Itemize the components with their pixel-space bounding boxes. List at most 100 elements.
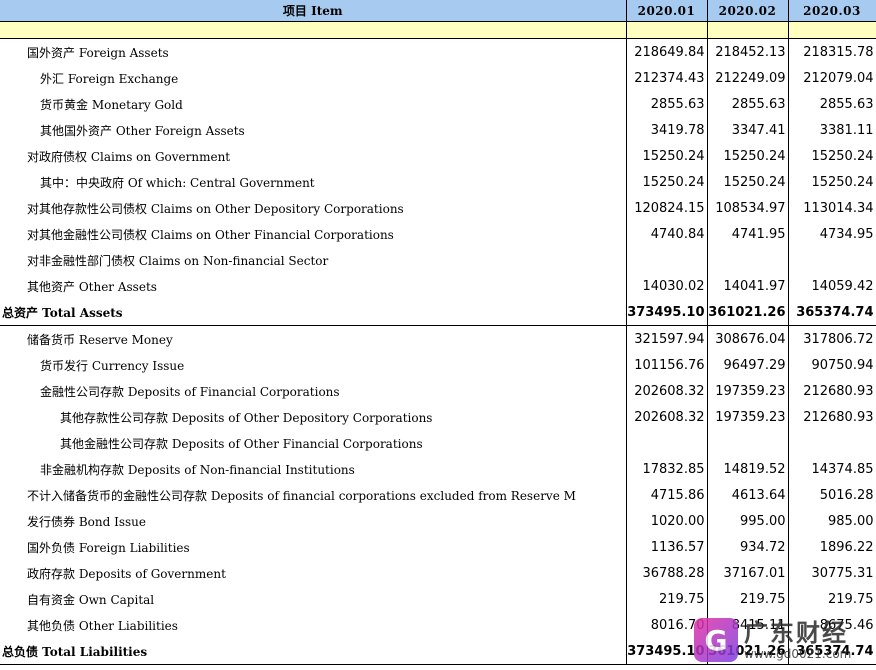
row-value-1: 8016.70 (626, 612, 708, 638)
row-value-3: 3381.11 (788, 117, 876, 143)
table-row: 外汇 Foreign Exchange 212374.43 212249.09 212… (0, 65, 876, 91)
row-label: 自有资金 Own Capital (0, 586, 627, 612)
row-value-3: 14374.85 (788, 456, 876, 482)
row-label: 金融性公司存款 Deposits of Financial Corporatio… (0, 378, 627, 404)
row-value-1: 15250.24 (626, 143, 708, 169)
row-value-2: 15250.24 (707, 169, 789, 195)
row-value-1: 219.75 (626, 586, 708, 612)
row-value-2 (707, 430, 789, 456)
row-label: 外汇 Foreign Exchange (0, 65, 627, 91)
row-value-1: 120824.15 (626, 195, 708, 221)
row-value-2: 2855.63 (707, 91, 789, 117)
row-label: 国外资产 Foreign Assets (0, 38, 627, 65)
row-value-1: 101156.76 (626, 352, 708, 378)
row-value-1: 4715.86 (626, 482, 708, 508)
table-row: 对政府债权 Claims on Government 15250.24 15250.… (0, 143, 876, 169)
row-value-2: 14819.52 (707, 456, 789, 482)
row-value-2: 14041.97 (707, 273, 789, 299)
row-value-2: 15250.24 (707, 143, 789, 169)
header-period-1: 2020.01 (626, 0, 708, 22)
row-value-3: 985.00 (788, 508, 876, 534)
header-item: 项目 Item (0, 0, 627, 22)
row-value-1: 218649.84 (626, 38, 708, 65)
row-value-3: 15250.24 (788, 169, 876, 195)
row-value-1: 36788.28 (626, 560, 708, 586)
row-label: 发行债券 Bond Issue (0, 508, 627, 534)
row-value-3: 14059.42 (788, 273, 876, 299)
row-label: 其他国外资产 Other Foreign Assets (0, 117, 627, 143)
row-label: 总负债 Total Liabilities (0, 638, 627, 665)
row-value-2: 3347.41 (707, 117, 789, 143)
header-band (0, 21, 876, 39)
table-row: 发行债券 Bond Issue 1020.00 995.00 985.00 (0, 508, 876, 534)
table-row: 对其他金融性公司债权 Claims on Other Financial Cor… (0, 221, 876, 247)
row-label: 总资产 Total Assets (0, 299, 627, 326)
row-value-2: 361021.26 (707, 299, 789, 326)
table-row: 其他国外资产 Other Foreign Assets 3419.78 3347.4… (0, 117, 876, 143)
row-value-3: 5016.28 (788, 482, 876, 508)
row-value-3: 15250.24 (788, 143, 876, 169)
row-value-3: 90750.94 (788, 352, 876, 378)
row-label: 对其他存款性公司债权 Claims on Other Depository Co… (0, 195, 627, 221)
row-label: 非金融机构存款 Deposits of Non-financial Instit… (0, 456, 627, 482)
row-label: 国外负债 Foreign Liabilities (0, 534, 627, 560)
header-row: 项目 Item 2020.01 2020.02 2020.03 (0, 0, 876, 22)
row-label: 其他负债 Other Liabilities (0, 612, 627, 638)
row-value-1: 1136.57 (626, 534, 708, 560)
row-value-3: 212680.93 (788, 378, 876, 404)
table-row: 总资产 Total Assets 373495.10 361021.26 365374… (0, 299, 876, 326)
row-value-1: 212374.43 (626, 65, 708, 91)
row-value-3: 317806.72 (788, 325, 876, 352)
row-value-1: 202608.32 (626, 404, 708, 430)
table-row: 货币黄金 Monetary Gold 2855.63 2855.63 2855.63 (0, 91, 876, 117)
row-value-1: 3419.78 (626, 117, 708, 143)
row-value-2: 212249.09 (707, 65, 789, 91)
row-value-2: 218452.13 (707, 38, 789, 65)
row-label: 对政府债权 Claims on Government (0, 143, 627, 169)
table-row: 其他资产 Other Assets 14030.02 14041.97 14059.4… (0, 273, 876, 299)
row-value-3: 8675.46 (788, 612, 876, 638)
row-value-2: 197359.23 (707, 378, 789, 404)
row-value-3: 218315.78 (788, 38, 876, 65)
row-value-2: 361021.26 (707, 638, 789, 665)
row-value-1: 4740.84 (626, 221, 708, 247)
table-row: 国外资产 Foreign Assets 218649.84 218452.13 218… (0, 38, 876, 65)
table-row: 国外负债 Foreign Liabilities 1136.57 934.72 189… (0, 534, 876, 560)
row-value-3 (788, 430, 876, 456)
row-value-2: 108534.97 (707, 195, 789, 221)
row-value-2: 4613.64 (707, 482, 789, 508)
row-value-3: 113014.34 (788, 195, 876, 221)
row-value-2: 4741.95 (707, 221, 789, 247)
row-value-3: 4734.95 (788, 221, 876, 247)
table-row: 政府存款 Deposits of Government 36788.28 37167… (0, 560, 876, 586)
row-label: 不计入储备货币的金融性公司存款 Deposits of financial co… (0, 482, 627, 508)
row-label: 其他资产 Other Assets (0, 273, 627, 299)
table-row: 对非金融性部门债权 Claims on Non-financial Sector (0, 247, 876, 273)
table-row: 不计入储备货币的金融性公司存款 Deposits of financial co… (0, 482, 876, 508)
row-value-1: 1020.00 (626, 508, 708, 534)
row-value-1: 2855.63 (626, 91, 708, 117)
table-row: 其他负债 Other Liabilities 8016.70 8415.11 8675… (0, 612, 876, 638)
table-row: 货币发行 Currency Issue 101156.76 96497.29 9075… (0, 352, 876, 378)
table-row: 其中：中央政府 Of which: Central Government 1525… (0, 169, 876, 195)
table-row: 总负债 Total Liabilities 373495.10 361021.26 3… (0, 638, 876, 665)
row-value-1: 321597.94 (626, 325, 708, 352)
row-label: 政府存款 Deposits of Government (0, 560, 627, 586)
table-row: 其他存款性公司存款 Deposits of Other Depository C… (0, 404, 876, 430)
row-value-1: 202608.32 (626, 378, 708, 404)
row-label: 对非金融性部门债权 Claims on Non-financial Sector (0, 247, 627, 273)
row-value-2: 995.00 (707, 508, 789, 534)
row-value-1 (626, 247, 708, 273)
row-value-2: 197359.23 (707, 404, 789, 430)
table-row: 其他金融性公司存款 Deposits of Other Financial Co… (0, 430, 876, 456)
row-label: 货币发行 Currency Issue (0, 352, 627, 378)
header-period-2: 2020.02 (707, 0, 789, 22)
row-value-1: 14030.02 (626, 273, 708, 299)
row-value-2: 96497.29 (707, 352, 789, 378)
row-value-1: 15250.24 (626, 169, 708, 195)
row-value-2: 308676.04 (707, 325, 789, 352)
row-value-1: 17832.85 (626, 456, 708, 482)
table-row: 对其他存款性公司债权 Claims on Other Depository Co… (0, 195, 876, 221)
row-value-1 (626, 430, 708, 456)
row-label: 其中：中央政府 Of which: Central Government (0, 169, 627, 195)
